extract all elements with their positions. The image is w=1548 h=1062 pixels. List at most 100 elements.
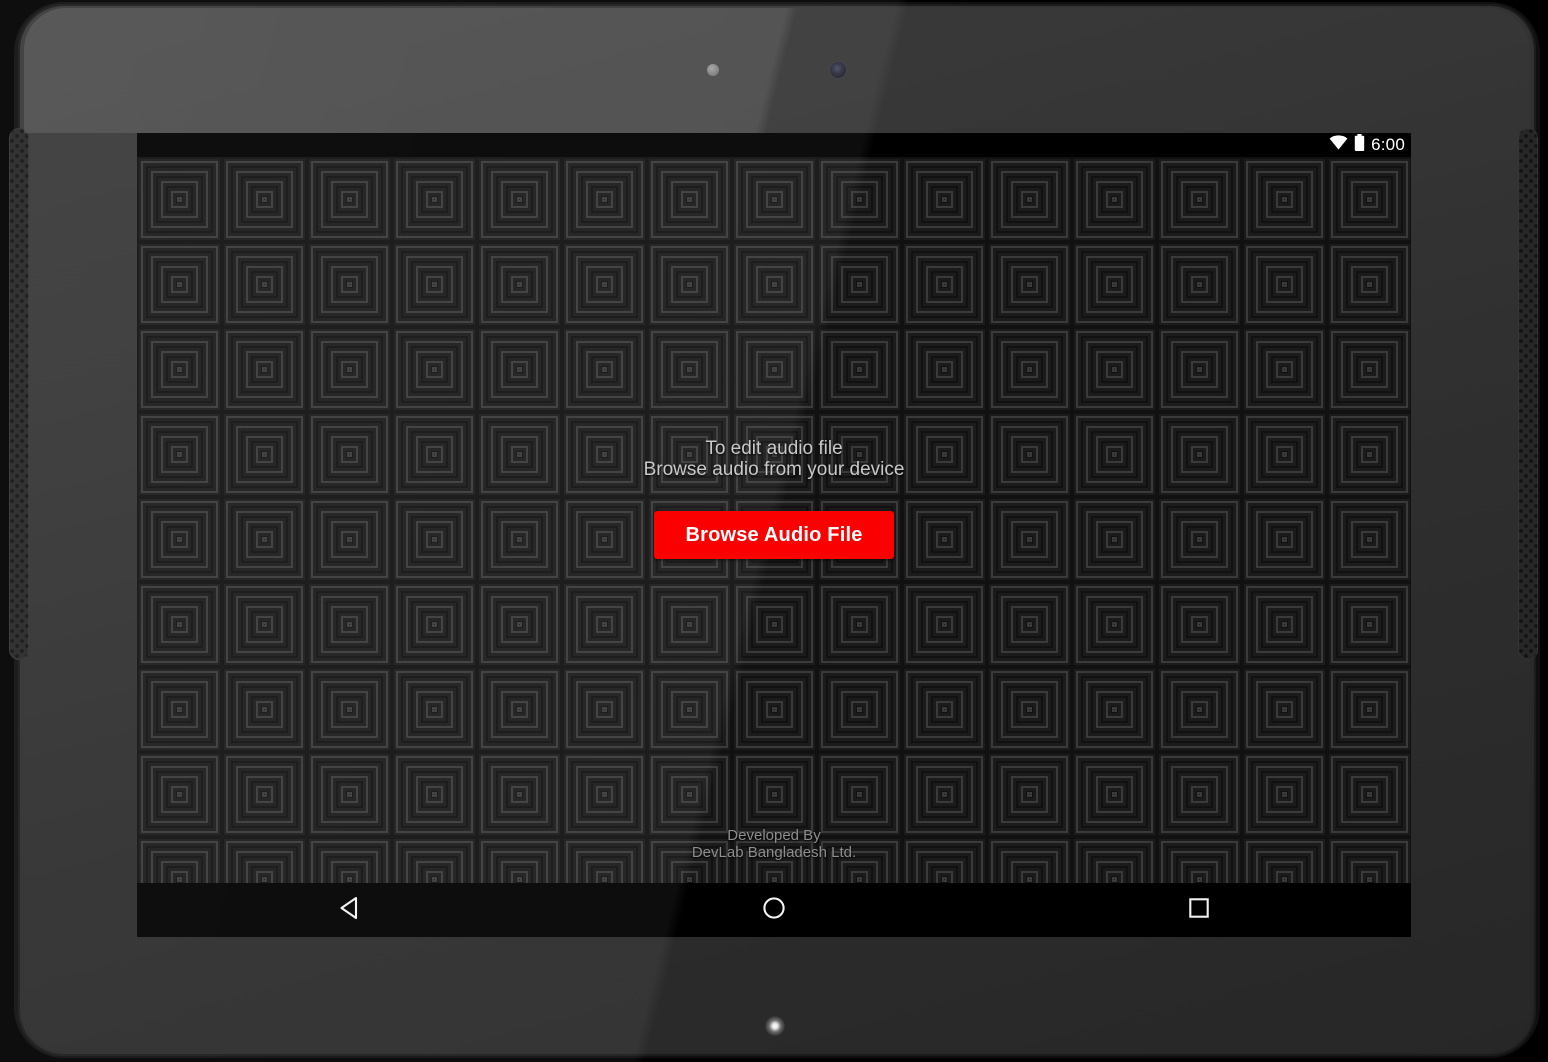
status-bar: 6:00 (137, 133, 1411, 157)
wallpaper-tile (477, 582, 562, 667)
wallpaper-tile (647, 242, 732, 327)
wallpaper-tile (1157, 157, 1242, 242)
wifi-icon (1329, 135, 1348, 155)
wallpaper-tile (732, 582, 817, 667)
wallpaper-tile (817, 582, 902, 667)
wallpaper-tile (137, 752, 222, 837)
wallpaper-tile (307, 242, 392, 327)
wallpaper-tile (902, 327, 987, 412)
hint-line-1: To edit audio file (705, 438, 843, 459)
browse-audio-file-button[interactable]: Browse Audio File (654, 511, 894, 559)
wallpaper-tile (902, 242, 987, 327)
battery-icon (1354, 134, 1365, 156)
wallpaper-tile (817, 242, 902, 327)
wallpaper-tile (137, 327, 222, 412)
wallpaper-tile (307, 157, 392, 242)
wallpaper-tile (732, 667, 817, 752)
wallpaper-tile (987, 582, 1072, 667)
wallpaper-tile (137, 157, 222, 242)
wallpaper-tile (307, 667, 392, 752)
wallpaper-tile (1072, 157, 1157, 242)
nav-back-button[interactable] (137, 883, 562, 937)
wallpaper-tile (392, 582, 477, 667)
home-circle-icon (762, 896, 786, 925)
wallpaper-tile (1327, 157, 1411, 242)
light-sensor-icon (707, 64, 719, 76)
wallpaper-tile (137, 667, 222, 752)
wallpaper-tile (902, 157, 987, 242)
wallpaper-tile (477, 327, 562, 412)
wallpaper-tile (1242, 157, 1327, 242)
wallpaper-tile (222, 242, 307, 327)
wallpaper-tile (222, 327, 307, 412)
wallpaper-tile (987, 242, 1072, 327)
status-bar-clock: 6:00 (1371, 135, 1405, 154)
wallpaper-tile (1327, 327, 1411, 412)
wallpaper-tile (222, 667, 307, 752)
nav-home-button[interactable] (562, 883, 987, 937)
wallpaper-tile (222, 752, 307, 837)
wallpaper-tile (987, 157, 1072, 242)
wallpaper-tile (477, 157, 562, 242)
wallpaper-tile (647, 327, 732, 412)
wallpaper-tile (1242, 667, 1327, 752)
wallpaper-tile (562, 667, 647, 752)
center-content-block: To edit audio file Browse audio from you… (137, 438, 1411, 559)
wallpaper-tile (562, 242, 647, 327)
status-bar-icons: 6:00 (1329, 134, 1405, 156)
wallpaper-tile (1157, 242, 1242, 327)
tablet-screen: 6:00 To edit audio file Browse audio fro… (137, 133, 1411, 937)
front-camera-icon (830, 62, 846, 78)
wallpaper-tile (817, 667, 902, 752)
wallpaper-tile (987, 752, 1072, 837)
wallpaper-tile (477, 667, 562, 752)
credit-line-1: Developed By (727, 827, 821, 844)
wallpaper-tile (902, 667, 987, 752)
wallpaper-tile (1242, 327, 1327, 412)
credit-line-2: DevLab Bangladesh Ltd. (691, 844, 857, 861)
wallpaper-tile (1242, 582, 1327, 667)
wallpaper-tile (987, 327, 1072, 412)
wallpaper-tile (392, 242, 477, 327)
wallpaper-tile (307, 327, 392, 412)
wallpaper-tile (1327, 667, 1411, 752)
wallpaper-tile (307, 752, 392, 837)
wallpaper-tile (1327, 582, 1411, 667)
wallpaper-tile (392, 752, 477, 837)
wallpaper-tile (987, 667, 1072, 752)
wallpaper-tile (732, 752, 817, 837)
wallpaper-tile (562, 157, 647, 242)
wallpaper-tile (1242, 752, 1327, 837)
speaker-grille-left (9, 128, 29, 660)
footer-credit: Developed By DevLab Bangladesh Ltd. (137, 827, 1411, 861)
wallpaper-tile (477, 242, 562, 327)
hint-line-2: Browse audio from your device (643, 459, 905, 480)
wallpaper-tile (647, 752, 732, 837)
wallpaper-tile (1072, 667, 1157, 752)
wallpaper-tile (222, 157, 307, 242)
nav-recents-button[interactable] (986, 883, 1411, 937)
wallpaper-tile (1072, 327, 1157, 412)
wallpaper-tile (477, 752, 562, 837)
wallpaper-tile (1327, 242, 1411, 327)
wallpaper-tile (1072, 752, 1157, 837)
wallpaper-tile (817, 752, 902, 837)
wallpaper-tile (817, 157, 902, 242)
wallpaper-tile (562, 327, 647, 412)
wallpaper-tile (562, 752, 647, 837)
wallpaper-tile (1157, 327, 1242, 412)
wallpaper-tile (647, 582, 732, 667)
notification-led (765, 1016, 785, 1036)
wallpaper-tile (1327, 752, 1411, 837)
wallpaper-tile (902, 582, 987, 667)
wallpaper-tile (902, 752, 987, 837)
recents-square-icon (1188, 897, 1210, 924)
wallpaper-tile (1072, 242, 1157, 327)
wallpaper-tile (392, 667, 477, 752)
wallpaper-tile (307, 582, 392, 667)
wallpaper-tile (1157, 667, 1242, 752)
back-triangle-icon (338, 896, 361, 925)
app-content-area: To edit audio file Browse audio from you… (137, 157, 1411, 883)
speaker-grille-right (1518, 128, 1538, 660)
wallpaper-tile (562, 582, 647, 667)
